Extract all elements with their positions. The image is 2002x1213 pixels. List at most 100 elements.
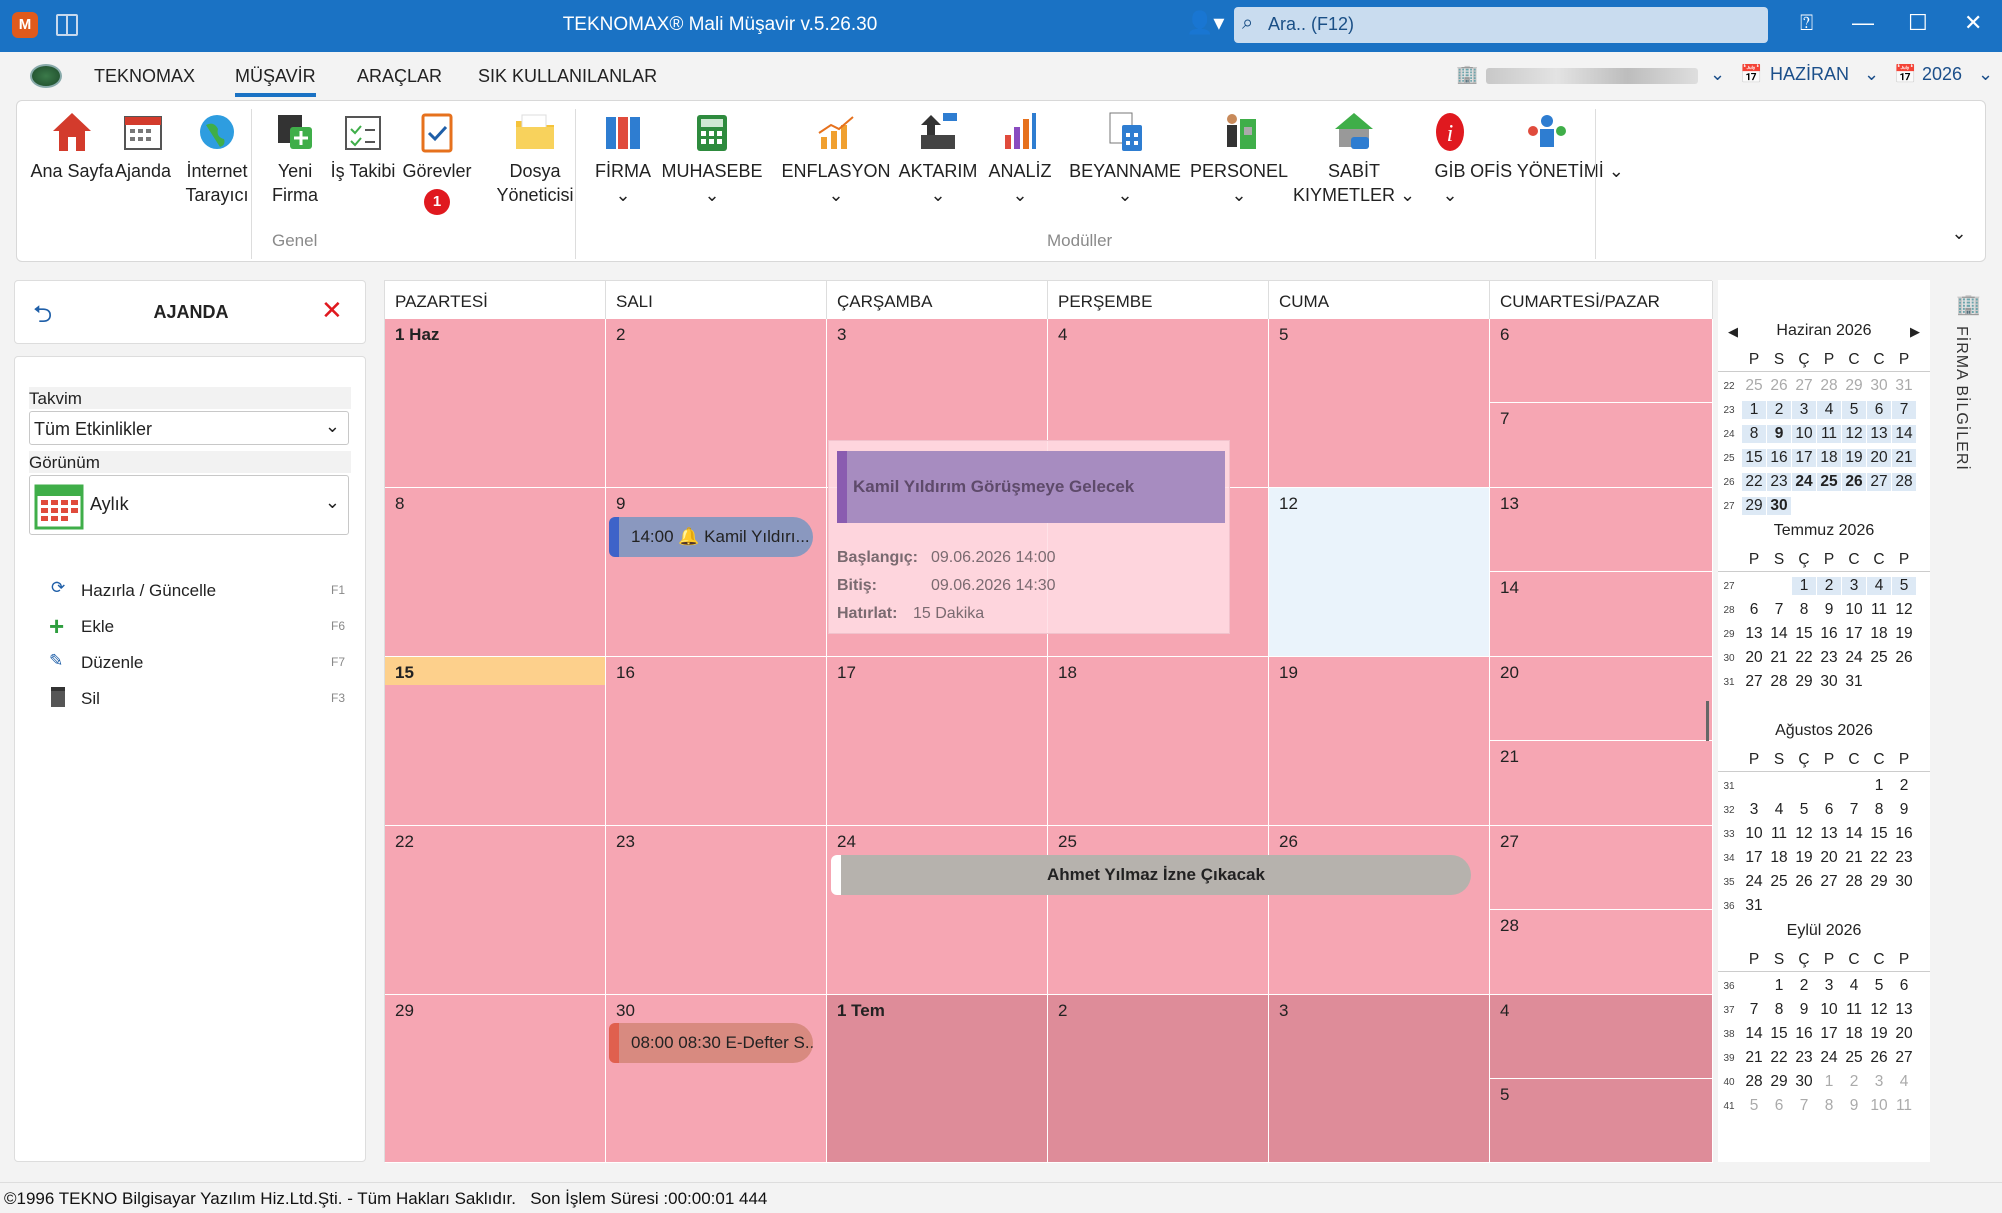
day-cell[interactable]: 19 <box>1269 657 1490 826</box>
day-cell[interactable]: 22 <box>385 826 606 995</box>
mini-day[interactable]: 27 <box>1792 377 1816 395</box>
day-cell[interactable]: 17 <box>827 657 1048 826</box>
mini-day[interactable]: 11 <box>1842 1001 1866 1019</box>
day-cell[interactable]: 7 <box>1490 403 1713 488</box>
mini-day[interactable]: 1 <box>1867 777 1891 795</box>
mini-day[interactable]: 9 <box>1842 1097 1866 1115</box>
mini-day[interactable]: 27 <box>1867 473 1891 491</box>
mini-day[interactable]: 24 <box>1817 1049 1841 1067</box>
mini-day[interactable]: 5 <box>1792 801 1816 819</box>
mini-day[interactable]: 5 <box>1842 401 1866 419</box>
day-cell-selected[interactable]: 12 <box>1269 488 1490 657</box>
day-cell-next-month[interactable]: 2 <box>1048 995 1269 1163</box>
mini-day[interactable]: 28 <box>1892 473 1916 491</box>
mini-day[interactable]: 22 <box>1792 649 1816 667</box>
mini-day[interactable]: 31 <box>1742 897 1766 915</box>
mini-day[interactable]: 22 <box>1767 1049 1791 1067</box>
mini-day[interactable]: 9 <box>1817 601 1841 619</box>
mini-day[interactable]: 11 <box>1867 601 1891 619</box>
mini-day[interactable]: 12 <box>1842 425 1866 443</box>
mini-day[interactable]: 4 <box>1767 801 1791 819</box>
gorunum-dropdown[interactable]: Aylık ⌄ <box>29 475 349 535</box>
mini-day[interactable]: 12 <box>1892 601 1916 619</box>
mini-day[interactable]: 2 <box>1892 777 1916 795</box>
mini-day[interactable]: 26 <box>1892 649 1916 667</box>
mini-day[interactable]: 22 <box>1742 473 1766 491</box>
day-cell[interactable]: 23 <box>606 826 827 995</box>
mini-day[interactable]: 10 <box>1792 425 1816 443</box>
mini-day[interactable]: 26 <box>1842 473 1866 491</box>
mini-day[interactable]: 30 <box>1867 377 1891 395</box>
firma-bilgileri-sidebar[interactable]: 🏢 FİRMA BİLGİLERİ <box>1946 292 1986 492</box>
day-cell[interactable]: 13 <box>1490 488 1713 572</box>
search-input[interactable]: ⌕ Ara.. (F12) <box>1234 7 1768 43</box>
mini-day[interactable]: 6 <box>1892 977 1916 995</box>
mini-day[interactable]: 23 <box>1767 473 1791 491</box>
mini-day[interactable]: 25 <box>1742 377 1766 395</box>
mini-day[interactable]: 21 <box>1892 449 1916 467</box>
mini-day[interactable]: 28 <box>1817 377 1841 395</box>
mini-day[interactable]: 4 <box>1842 977 1866 995</box>
close-icon[interactable]: ✕ <box>321 295 343 326</box>
mini-day[interactable]: 18 <box>1817 449 1841 467</box>
mini-day[interactable]: 3 <box>1742 801 1766 819</box>
mini-day[interactable]: 14 <box>1892 425 1916 443</box>
mini-day[interactable]: 8 <box>1817 1097 1841 1115</box>
day-cell[interactable]: 5 <box>1269 319 1490 488</box>
mini-day[interactable]: 12 <box>1867 1001 1891 1019</box>
mini-day[interactable]: 1 <box>1742 401 1766 419</box>
mini-day[interactable]: 11 <box>1767 825 1791 843</box>
mini-day[interactable]: 7 <box>1892 401 1916 419</box>
ribbon-collapse-icon[interactable]: ⌄ <box>1947 221 1971 245</box>
mini-day[interactable]: 20 <box>1742 649 1766 667</box>
mini-day[interactable]: 28 <box>1842 873 1866 891</box>
mini-day[interactable]: 7 <box>1742 1001 1766 1019</box>
module-muhasebe-button[interactable]: MUHASEBE ⌄ <box>657 109 767 207</box>
mini-day[interactable]: 8 <box>1792 601 1816 619</box>
mini-day[interactable]: 10 <box>1842 601 1866 619</box>
mini-day[interactable]: 6 <box>1867 401 1891 419</box>
prev-month-icon[interactable]: ◀ <box>1728 324 1738 340</box>
day-cell[interactable]: 29 <box>385 995 606 1163</box>
mini-day[interactable]: 16 <box>1817 625 1841 643</box>
module-enflasyon-button[interactable]: ENFLASYON ⌄ <box>765 109 907 207</box>
day-cell-next-month[interactable]: 4 <box>1490 995 1713 1079</box>
mini-day[interactable]: 14 <box>1767 625 1791 643</box>
event-ahmet-yilmaz-izin[interactable]: Ahmet Yılmaz İzne Çıkacak <box>831 855 1471 895</box>
next-month-icon[interactable]: ▶ <box>1910 324 1920 340</box>
mini-day[interactable]: 5 <box>1742 1097 1766 1115</box>
day-cell[interactable]: 24 <box>827 826 1048 995</box>
mini-day[interactable]: 13 <box>1742 625 1766 643</box>
mini-day[interactable]: 23 <box>1817 649 1841 667</box>
mini-day[interactable]: 20 <box>1892 1025 1916 1043</box>
module-aktarim-button[interactable]: AKTARIM ⌄ <box>887 109 989 207</box>
module-ofis-yonetimi-button[interactable]: OFİS YÖNETİMİ ⌄ <box>1467 109 1627 183</box>
event-kamil-yildirim[interactable]: 14:00 🔔 Kamil Yıldırı... <box>609 517 813 557</box>
mini-day[interactable]: 2 <box>1842 1073 1866 1091</box>
mini-day[interactable]: 10 <box>1817 1001 1841 1019</box>
mini-day[interactable]: 10 <box>1867 1097 1891 1115</box>
layout-icon[interactable] <box>56 14 78 36</box>
day-cell[interactable]: 8 <box>385 488 606 657</box>
mini-day[interactable]: 22 <box>1867 849 1891 867</box>
mini-day[interactable]: 13 <box>1867 425 1891 443</box>
mini-day[interactable]: 31 <box>1842 673 1866 691</box>
mini-day[interactable]: 16 <box>1792 1025 1816 1043</box>
mini-day[interactable]: 21 <box>1842 849 1866 867</box>
mini-day[interactable]: 27 <box>1742 673 1766 691</box>
mini-day[interactable]: 9 <box>1792 1001 1816 1019</box>
mini-day[interactable]: 3 <box>1867 1073 1891 1091</box>
mini-day[interactable]: 17 <box>1742 849 1766 867</box>
mini-day[interactable]: 19 <box>1867 1025 1891 1043</box>
day-cell[interactable]: 20 <box>1490 657 1713 741</box>
mini-day[interactable]: 27 <box>1817 873 1841 891</box>
day-cell[interactable]: 6 <box>1490 319 1713 403</box>
mini-day[interactable]: 28 <box>1742 1073 1766 1091</box>
mini-day[interactable]: 29 <box>1867 873 1891 891</box>
day-cell[interactable]: 2 <box>606 319 827 488</box>
close-button[interactable]: ✕ <box>1964 10 1982 36</box>
internet-tarayici-button[interactable]: İnternet Tarayıcı <box>167 109 267 207</box>
menu-teknomax[interactable]: TEKNOMAX <box>94 66 195 87</box>
mini-day[interactable]: 3 <box>1817 977 1841 995</box>
mini-day[interactable]: 3 <box>1792 401 1816 419</box>
